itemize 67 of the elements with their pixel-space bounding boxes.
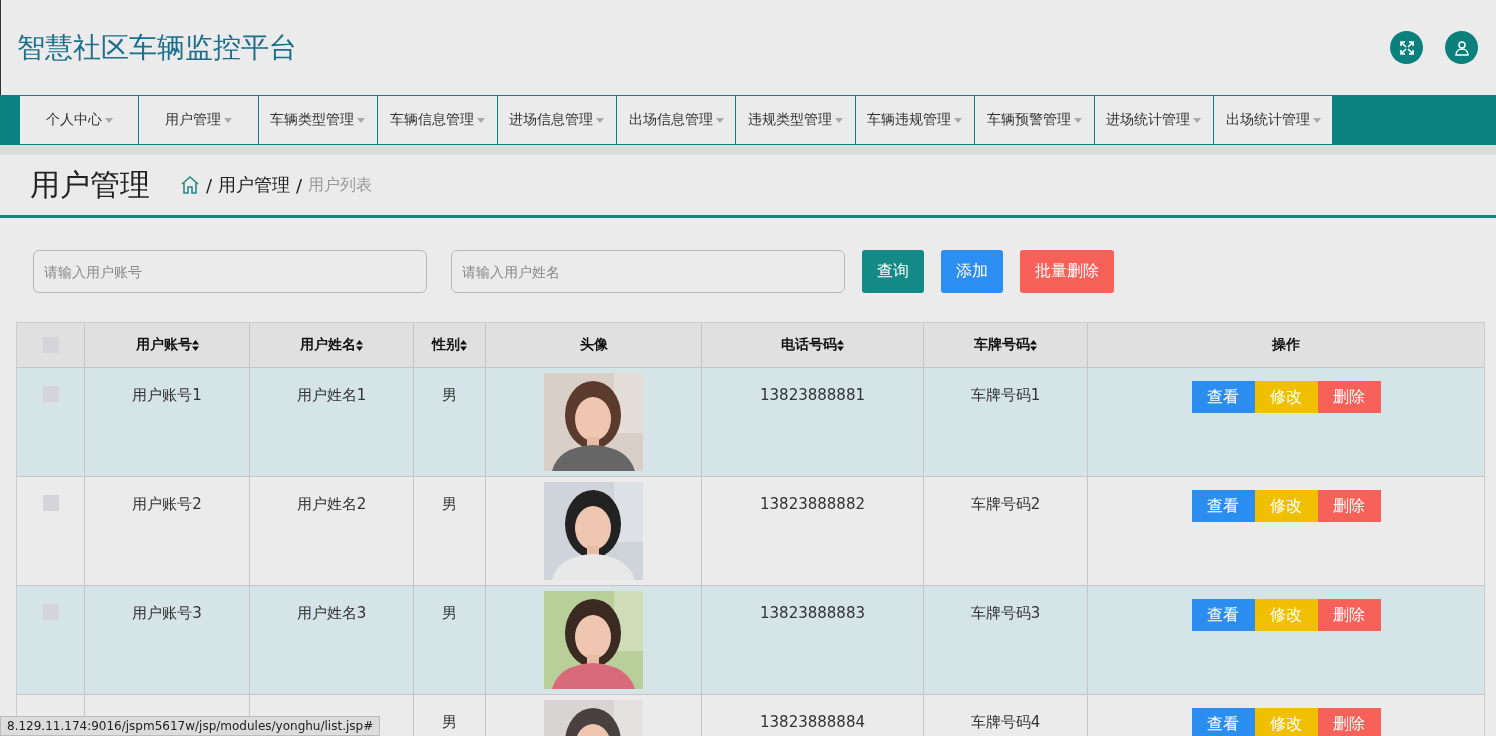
expand-icon [1398,39,1415,56]
table-cell: 车牌号码2 [970,495,1041,514]
nav-menu-item[interactable]: 车辆信息管理 [378,96,498,144]
table-cell: 车牌号码4 [970,713,1041,732]
table-cell: 用户姓名2 [296,495,367,514]
table-cell: 用户账号3 [132,604,202,623]
nav-menu-item[interactable]: 车辆预警管理 [975,96,1095,144]
table-cell: 13823888883 [760,604,865,622]
home-icon[interactable] [180,175,200,195]
search-field[interactable]: 请输入用户账号 [33,250,427,293]
table-cell: 13823888882 [760,495,865,513]
table-cell: 13823888884 [760,713,865,731]
nav-menu-item[interactable]: 车辆类型管理 [258,96,379,144]
column-header[interactable]: 用户姓名 [300,336,363,354]
caret-icon [1193,117,1202,123]
status-url: 8.129.11.174:9016/jspm5617w/jsp/modules/yonghu/list.jsp# [0,716,381,736]
sort-icon[interactable] [460,339,467,351]
nav-menu-item[interactable]: 出场统计管理 [1213,96,1334,144]
user-button[interactable] [1445,31,1478,64]
nav-menu-item[interactable]: 车辆违规管理 [855,96,976,144]
search-button[interactable]: 查询 [862,250,924,293]
search-field[interactable]: 请输入用户姓名 [451,250,845,293]
nav-menu-item[interactable]: 进场信息管理 [497,96,617,144]
caret-icon [476,117,485,123]
table-cell: 男 [442,604,457,623]
caret-icon [104,117,113,123]
table-cell: 车牌号码1 [970,386,1041,405]
column-header: 操作 [1272,336,1300,354]
nav-menu-item[interactable]: 个人中心 [20,96,140,144]
breadcrumb-item[interactable]: 用户管理 [218,173,291,197]
table-cell: 男 [442,495,457,514]
caret-icon [357,117,366,123]
column-header: 头像 [579,336,608,354]
column-header[interactable]: 性别 [432,336,467,354]
caret-icon [1312,117,1321,123]
caret-icon [835,117,844,123]
user-icon [1453,39,1470,56]
sort-icon[interactable] [356,339,363,351]
sort-icon[interactable] [837,339,844,351]
table-cell: 车牌号码3 [970,604,1041,623]
caret-icon [224,117,233,123]
nav-menu-item[interactable]: 用户管理 [139,96,259,144]
nav-menu-item[interactable]: 违规类型管理 [736,96,856,144]
table-cell: 男 [442,713,457,732]
page-title: 用户管理 [30,165,150,204]
table-cell: 用户账号2 [132,495,202,514]
caret-icon [596,117,605,123]
app-title: 智慧社区车辆监控平台 [17,29,297,66]
breadcrumb-separator: / [296,174,303,196]
nav-menu-item[interactable]: 出场信息管理 [616,96,737,144]
breadcrumb-item: 用户列表 [308,174,373,196]
fullscreen-button[interactable] [1390,31,1423,64]
caret-icon [954,117,963,123]
breadcrumb-separator: / [206,174,213,196]
caret-icon [715,117,724,123]
table-cell: 用户姓名1 [296,386,367,405]
table-cell: 用户账号1 [132,386,202,405]
column-header[interactable]: 电话号码 [781,336,844,354]
table-cell: 男 [442,386,457,405]
caret-icon [1073,117,1082,123]
column-header[interactable]: 用户账号 [135,336,199,354]
table-cell: 13823888881 [760,386,865,404]
sort-icon[interactable] [191,339,199,351]
column-header[interactable]: 车牌号码 [974,336,1037,354]
sort-icon[interactable] [1030,339,1037,351]
nav-menu-item[interactable]: 进场统计管理 [1094,96,1214,144]
table-cell: 用户姓名3 [296,604,367,623]
